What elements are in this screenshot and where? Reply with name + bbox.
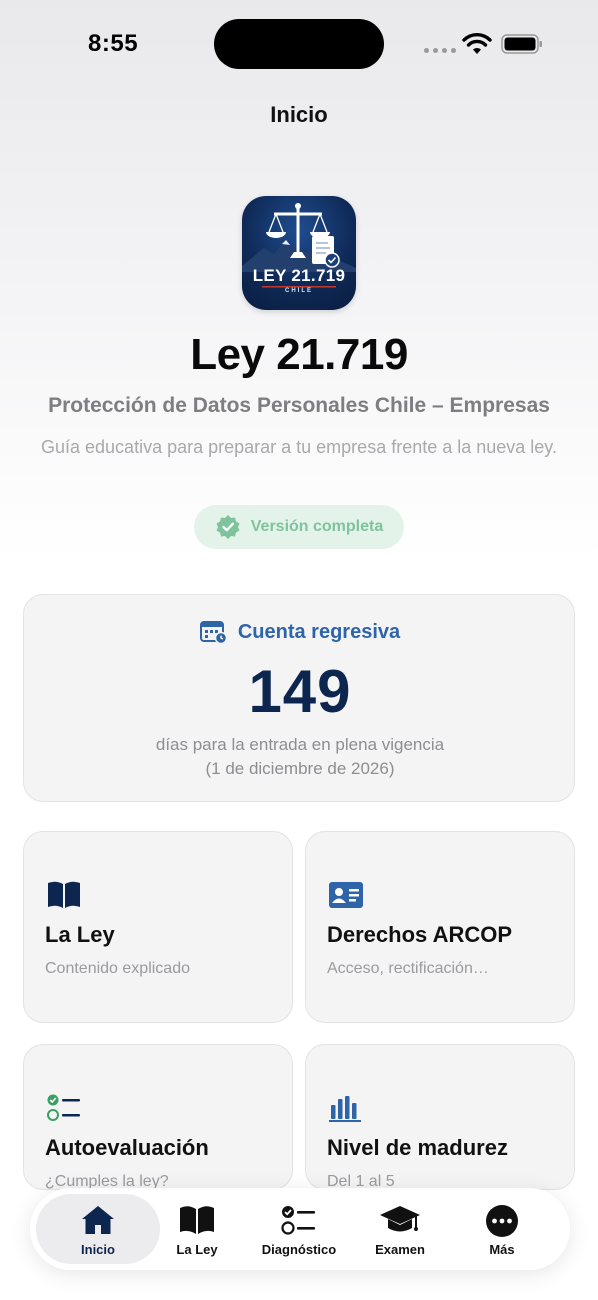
card-title: Derechos ARCOP	[327, 922, 513, 947]
house-icon	[82, 1206, 114, 1234]
book-icon	[48, 881, 80, 908]
status-bar: 8:55	[0, 0, 598, 90]
app-name: Ley 21.719	[190, 330, 408, 379]
app-subtitle: Protección de Datos Personales Chile – E…	[48, 394, 550, 417]
graduation-cap-icon	[380, 1206, 420, 1232]
app-logo: LEY 21.719 CHILE	[242, 196, 356, 310]
card-la-ley[interactable]: La Ley Contenido explicado	[23, 831, 293, 1023]
bar-chart-icon	[329, 1096, 361, 1122]
id-card-icon	[329, 882, 363, 908]
card-title: La Ley	[45, 922, 115, 947]
verified-badge-icon	[216, 515, 240, 539]
card-derechos-arcop[interactable]: Derechos ARCOP Acceso, rectificación…	[305, 831, 575, 1023]
book-icon	[180, 1206, 214, 1234]
cellular-signal-icon	[424, 48, 456, 53]
tab-mas[interactable]: Más	[440, 1194, 564, 1264]
card-title: Nivel de madurez	[327, 1135, 508, 1160]
app-logo-text: LEY 21.719	[252, 266, 346, 285]
card-autoevaluacion[interactable]: Autoevaluación ¿Cumples la ley?	[23, 1044, 293, 1190]
card-title: Autoevaluación	[45, 1135, 209, 1160]
page-title: Inicio	[270, 102, 328, 127]
countdown-date: (1 de diciembre de 2026)	[205, 759, 395, 778]
dynamic-island	[214, 19, 384, 69]
app-description: Guía educativa para preparar a tu empres…	[41, 437, 557, 457]
status-time: 8:55	[88, 30, 139, 57]
app-logo-subtext: CHILE	[285, 288, 313, 294]
more-icon	[486, 1205, 518, 1237]
version-badge: Versión completa	[194, 505, 404, 549]
card-subtitle: Contenido explicado	[45, 960, 190, 977]
checklist-icon	[281, 1206, 315, 1235]
version-badge-label: Versión completa	[250, 518, 384, 535]
battery-icon	[501, 34, 542, 54]
countdown-title: Cuenta regresiva	[237, 620, 401, 643]
calendar-clock-icon	[199, 621, 228, 644]
tab-label: Más	[489, 1242, 515, 1257]
countdown-caption: días para la entrada en plena vigencia	[155, 735, 445, 754]
wifi-icon	[462, 33, 492, 54]
tab-bar: Inicio La Ley Diagnóstico Examen Más	[30, 1188, 570, 1270]
countdown-days: 149	[248, 658, 352, 725]
card-subtitle: Acceso, rectificación…	[327, 960, 489, 977]
countdown-card: Cuenta regresiva 149 días para la entrad…	[23, 594, 575, 802]
card-nivel-madurez[interactable]: Nivel de madurez Del 1 al 5	[305, 1044, 575, 1190]
checklist-icon	[47, 1094, 80, 1121]
